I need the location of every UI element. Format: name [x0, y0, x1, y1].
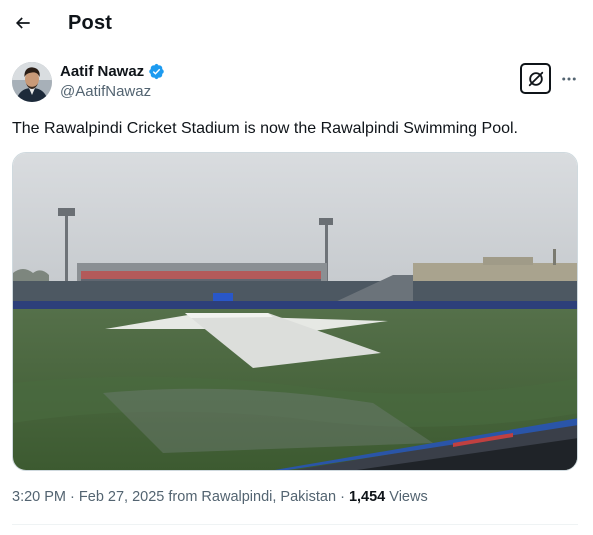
- meta-separator: ·: [70, 489, 75, 505]
- post-media[interactable]: [12, 152, 578, 471]
- grok-button[interactable]: [520, 63, 551, 94]
- views-label: Views: [389, 489, 428, 505]
- post-meta: 3:20 PM · Feb 27, 2025 from Rawalpindi, …: [12, 489, 428, 505]
- divider: [12, 524, 578, 525]
- more-options-button[interactable]: [558, 68, 580, 90]
- post-text: The Rawalpindi Cricket Stadium is now th…: [12, 120, 518, 137]
- user-handle[interactable]: @AatifNawaz: [60, 83, 151, 100]
- post-date[interactable]: Feb 27, 2025: [79, 489, 164, 505]
- display-name[interactable]: Aatif Nawaz: [60, 63, 144, 80]
- arrow-left-icon: [15, 17, 30, 29]
- meta-separator: ·: [340, 489, 345, 505]
- post-author: Aatif Nawaz @AatifNawaz: [12, 60, 582, 104]
- grok-icon: [528, 71, 543, 86]
- avatar[interactable]: [12, 62, 52, 102]
- back-button[interactable]: [10, 10, 36, 36]
- name-row: Aatif Nawaz: [60, 63, 165, 80]
- post-time[interactable]: 3:20 PM: [12, 489, 66, 505]
- more-horizontal-icon: [562, 77, 576, 81]
- views-count: 1,454: [348, 489, 386, 505]
- stadium-photo: [13, 153, 577, 470]
- page-title: Post: [68, 12, 113, 34]
- top-bar: Post: [0, 0, 593, 48]
- post-location: from Rawalpindi, Pakistan: [168, 489, 337, 505]
- verified-badge-icon[interactable]: [148, 63, 165, 80]
- avatar-image: [12, 62, 52, 102]
